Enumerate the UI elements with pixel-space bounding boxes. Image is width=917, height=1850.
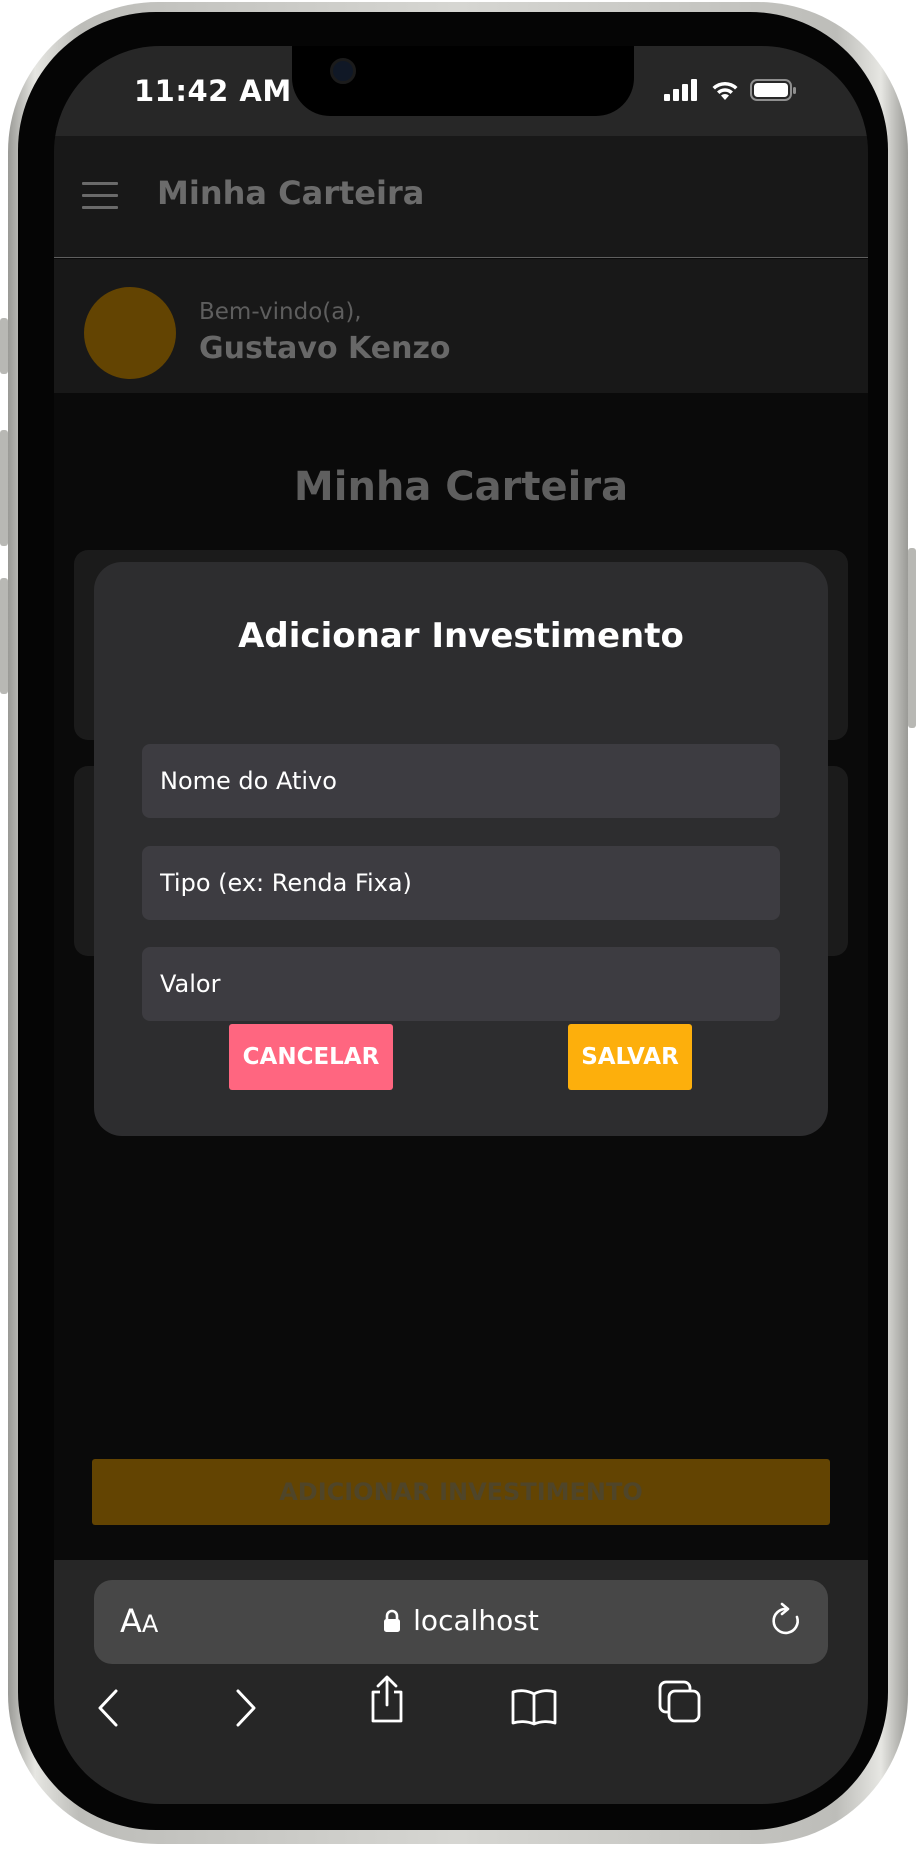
address-bar[interactable]: AA localhost (94, 1580, 828, 1664)
signal-icon (664, 79, 697, 101)
avatar (84, 287, 176, 379)
modal-title: Adicionar Investimento (238, 616, 684, 656)
silent-switch (0, 318, 8, 374)
lock-icon (384, 1609, 401, 1632)
status-bar: 11:42 AM (54, 46, 868, 136)
bookmarks-icon[interactable] (510, 1688, 558, 1726)
share-icon[interactable] (367, 1674, 407, 1724)
user-name: Gustavo Kenzo (199, 331, 451, 366)
save-button[interactable]: SALVAR (568, 1024, 692, 1090)
volume-up-button (0, 430, 8, 546)
battery-icon (750, 79, 796, 101)
cancel-button[interactable]: CANCELAR (229, 1024, 393, 1090)
power-button (908, 548, 916, 728)
forward-icon[interactable] (234, 1688, 258, 1728)
browser-nav (54, 1675, 868, 1750)
asset-name-input[interactable] (142, 744, 780, 818)
value-input[interactable] (142, 947, 780, 1021)
back-icon[interactable] (96, 1688, 120, 1728)
status-icons (664, 79, 796, 101)
volume-down-button (0, 578, 8, 694)
add-investment-modal: Adicionar Investimento CANCELAR SALVAR (94, 562, 828, 1136)
welcome-text: Bem-vindo(a), (199, 299, 362, 325)
header-title: Minha Carteira (157, 174, 425, 212)
status-time: 11:42 AM (134, 74, 292, 108)
browser-toolbar: AA localhost (54, 1560, 868, 1804)
page-title: Minha Carteira (293, 464, 629, 510)
menu-icon[interactable] (82, 182, 118, 209)
user-section: Bem-vindo(a), Gustavo Kenzo (54, 259, 868, 393)
add-investment-button[interactable]: ADICIONAR INVESTIMENTO (92, 1459, 830, 1525)
front-camera (330, 58, 356, 84)
tabs-icon[interactable] (658, 1680, 702, 1724)
url-display: localhost (94, 1604, 828, 1637)
wifi-icon (712, 81, 738, 100)
reload-icon[interactable] (770, 1602, 804, 1640)
app-header: Minha Carteira (54, 136, 868, 258)
asset-type-input[interactable] (142, 846, 780, 920)
screen: 11:42 AM Minha Carteira Bem-vindo(a), Gu… (54, 46, 868, 1804)
url-text: localhost (413, 1604, 539, 1637)
